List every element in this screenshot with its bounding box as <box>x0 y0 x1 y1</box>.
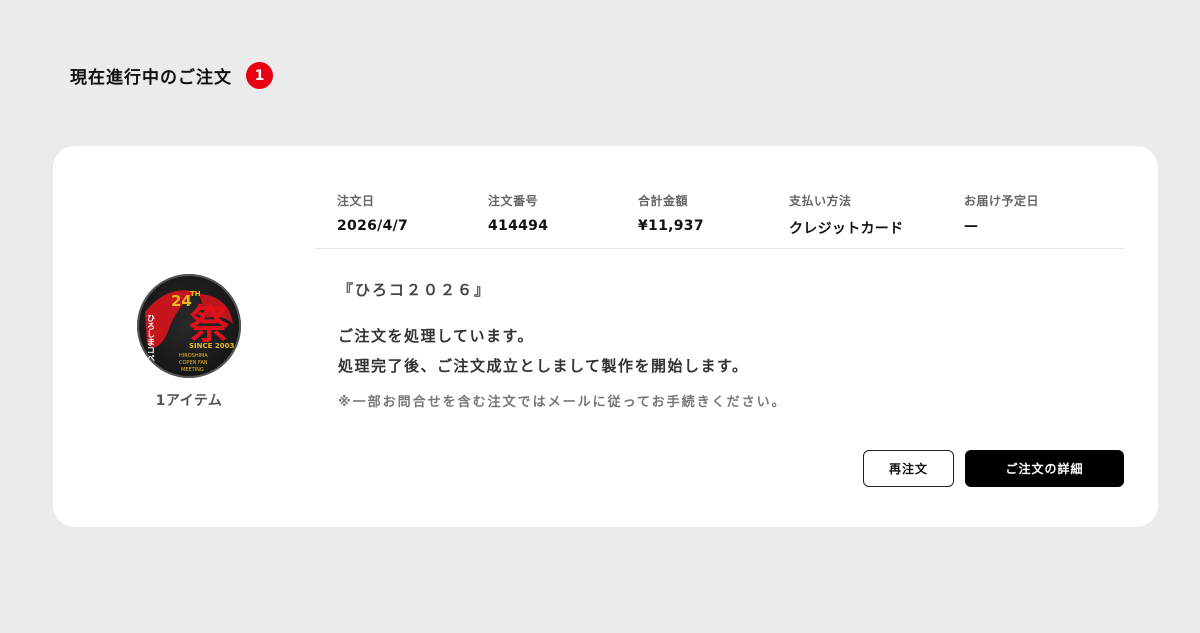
meta-value: クレジットカード <box>789 221 904 237</box>
order-count-badge: 1 <box>246 62 273 89</box>
meta-payment-method: 支払い方法 クレジットカード <box>789 192 903 238</box>
meta-total-amount: 合計金額 ¥11,937 <box>638 192 704 234</box>
order-meta-row: 注文日 2026/4/7 注文番号 414494 合計金額 ¥11,937 支払… <box>315 192 1124 249</box>
product-thumbnail-column: 24 TH 祭 ひろしまコペン好きの SINCE 2003 HIROSHIMA … <box>137 274 241 410</box>
product-image[interactable]: 24 TH 祭 ひろしまコペン好きの SINCE 2003 HIROSHIMA … <box>137 274 241 378</box>
badge-line2: COPEN FAN <box>179 360 208 366</box>
meta-label: 支払い方法 <box>789 194 852 208</box>
meta-value: ¥11,937 <box>638 218 704 234</box>
badge-side-text: ひろしまコペン好きの <box>147 314 156 378</box>
order-detail-button[interactable]: ご注文の詳細 <box>965 450 1124 487</box>
meta-label: 注文日 <box>337 194 375 208</box>
meta-label: 合計金額 <box>638 194 689 208</box>
badge-artwork: 24 TH 祭 ひろしまコペン好きの SINCE 2003 HIROSHIMA … <box>145 290 234 378</box>
meta-label: 注文番号 <box>488 194 539 208</box>
item-count: 1アイテム <box>155 393 223 409</box>
meta-label: お届け予定日 <box>964 194 1040 208</box>
meta-delivery-date: お届け予定日 — <box>964 192 1039 234</box>
meta-order-date: 注文日 2026/4/7 <box>337 192 408 234</box>
meta-value: — <box>964 218 979 234</box>
page-header: 現在進行中のご注文 1 <box>70 62 273 89</box>
meta-order-number: 注文番号 414494 <box>488 192 548 234</box>
meta-value: 2026/4/7 <box>337 218 409 234</box>
badge-line3: MEETING <box>181 367 204 373</box>
badge-suffix: TH <box>190 290 201 298</box>
reorder-button[interactable]: 再注文 <box>863 450 954 487</box>
badge-big-char: 祭 <box>189 301 230 348</box>
status-line-2: 処理完了後、ご注文成立としまして製作を開始します。 <box>338 357 749 375</box>
status-line-1: ご注文を処理しています。 <box>338 327 535 345</box>
product-name: 『ひろコ２０２６』 <box>338 281 492 299</box>
order-status: ご注文を処理しています。 処理完了後、ご注文成立としまして製作を開始します。 <box>338 321 749 381</box>
badge-line1: HIROSHIMA <box>179 353 208 359</box>
badge-since: SINCE 2003 <box>189 342 234 350</box>
order-notice: ※一部お問合せを含む注文ではメールに従ってお手続きください。 <box>338 395 787 410</box>
meta-value: 414494 <box>488 218 549 234</box>
page-title: 現在進行中のご注文 <box>70 68 232 88</box>
order-card: 24 TH 祭 ひろしまコペン好きの SINCE 2003 HIROSHIMA … <box>53 146 1158 527</box>
